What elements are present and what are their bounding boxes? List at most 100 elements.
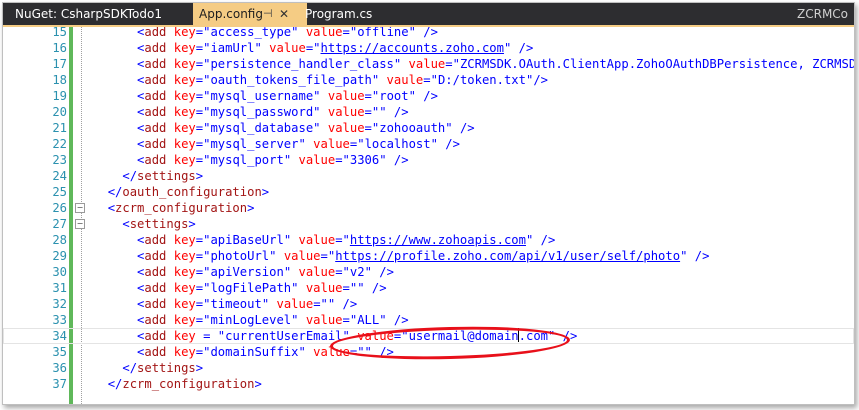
code-text[interactable]: <zcrm_configuration> [93,200,255,216]
code-token: =" [195,249,211,263]
code-line[interactable]: 24 </settings> [3,168,854,184]
line-number: 26 [52,201,67,215]
tab-app-config[interactable]: App.config ⊣ ✕ [193,3,307,25]
code-token: > [195,361,204,375]
code-line[interactable]: 26− <zcrm_configuration> [3,200,854,216]
code-line[interactable]: 22 <add key="mysql_server" value="localh… [3,136,854,152]
code-token: key [166,137,196,151]
code-token: " [313,105,321,119]
code-text[interactable]: <add key="apiBaseUrl" value="https://www… [93,232,555,248]
code-token: access_type [210,27,292,39]
code-text[interactable]: <add key="oauth_tokens_file_path" vaule=… [93,72,548,88]
close-icon[interactable]: ✕ [279,3,289,25]
code-token: =" [195,265,211,279]
code-token: " /> [408,89,438,103]
code-token: mysql_port [210,153,284,167]
code-text[interactable]: </settings> [93,360,203,376]
code-token: photoUrl [210,249,270,263]
code-token: localhost [364,137,431,151]
code-line[interactable]: 31 <add key="logFilePath" value="" /> [3,280,854,296]
code-text[interactable]: <add key="minLogLevel" value="ALL" /> [93,312,409,328]
code-token: minLogLevel [210,313,292,327]
code-line[interactable]: 17 <add key="persistence_handler_class" … [3,56,854,72]
code-text[interactable]: <add key="logFilePath" value="" /> [93,280,387,296]
code-token: < [107,201,116,215]
code-token: https://profile.zoho.com/api/v1/user/sel… [335,249,681,263]
code-text[interactable]: </settings> [93,168,203,184]
code-line[interactable]: 27− <settings> [3,216,854,232]
code-token: value [291,153,336,167]
code-token: =" [335,233,350,247]
code-token: " [254,41,262,55]
code-line[interactable]: 29 <add key="photoUrl" value="https://pr… [3,248,854,264]
code-line[interactable]: 32 <add key="timeout" value="" /> [3,296,854,312]
code-text[interactable]: <add key="persistence_handler_class" val… [93,56,854,72]
code-token: add [144,89,167,103]
fold-toggle-icon[interactable]: − [75,219,85,229]
code-text[interactable]: <add key="mysql_database" value="zohooau… [93,120,475,136]
line-number: 35 [52,345,67,359]
code-token: 3306 [349,153,380,167]
code-text[interactable]: <add key="apiVersion" value="v2" /> [93,264,394,280]
code-line[interactable]: 19 <add key="mysql_username" value="root… [3,88,854,104]
code-token: " /> [503,41,534,55]
code-text[interactable]: <add key="mysql_server" value="localhost… [93,136,460,152]
line-number: 32 [52,297,67,311]
code-line[interactable]: 28 <add key="apiBaseUrl" value="https://… [3,232,854,248]
code-line[interactable]: 20 <add key="mysql_password" value="" /> [3,104,854,120]
code-token: add [144,345,167,359]
code-token: zohooauth [379,121,446,135]
code-line[interactable]: 16 <add key="iamUrl" value="https://acco… [3,40,854,56]
code-line[interactable]: 18 <add key="oauth_tokens_file_path" vau… [3,72,854,88]
code-token: " /> [680,249,710,263]
code-line[interactable]: 33 <add key="minLogLevel" value="ALL" /> [3,312,854,328]
code-token: value [276,249,321,263]
code-token: " [291,27,299,39]
code-token: " /> [525,233,556,247]
code-token: value [320,121,365,135]
code-token: add [144,233,167,247]
code-token: mysql_username [210,89,314,103]
code-token: apiVersion [210,265,284,279]
code-token: =" [195,233,211,247]
code-text[interactable]: </oauth_configuration> [93,184,269,200]
tab-zcrm-truncated[interactable]: ZCRMCo [791,3,854,25]
code-line[interactable]: 30 <add key="apiVersion" value="v2" /> [3,264,854,280]
code-line[interactable]: 23 <add key="mysql_port" value="3306" /> [3,152,854,168]
code-token: value [401,57,446,71]
tab-app-config-label: App.config [199,7,263,21]
code-text[interactable]: <add key="timeout" value="" /> [93,296,357,312]
code-token: oauth_configuration [122,185,262,199]
code-token: =" [349,137,365,151]
code-token: =" [335,153,350,167]
code-line[interactable]: 21 <add key="mysql_database" value="zoho… [3,120,854,136]
code-token: =" [195,153,211,167]
code-token: timeout [210,297,262,311]
line-number: 18 [52,73,67,87]
code-token: " [298,137,306,151]
pin-icon[interactable]: ⊣ [263,3,273,25]
tab-program-cs[interactable]: Program.cs [299,3,378,25]
code-token: value [261,41,306,55]
code-token: root [379,89,409,103]
fold-toggle-icon[interactable]: − [75,203,85,213]
code-token: value [298,281,343,295]
code-text[interactable]: </zcrm_configuration> [93,376,262,392]
code-token: key [166,27,196,39]
code-text[interactable]: <add key="iamUrl" value="https://account… [93,40,533,56]
code-token: =" [195,57,211,71]
code-line[interactable]: 37 </zcrm_configuration> [3,376,854,392]
tab-nuget[interactable]: NuGet: CsharpSDKTodo1 [9,3,168,25]
code-text[interactable]: <add key="photoUrl" value="https://profi… [93,248,709,264]
code-text[interactable]: <add key="mysql_username" value="root" /… [93,88,438,104]
code-line[interactable]: 15 <add key="access_type" value="offline… [3,27,854,40]
code-text[interactable]: <settings> [93,216,195,232]
code-line[interactable]: 25 </oauth_configuration> [3,184,854,200]
code-token: value [269,297,314,311]
code-text[interactable]: <add key="mysql_port" value="3306" /> [93,152,409,168]
code-token: =" [195,73,211,87]
code-line[interactable]: 36 </settings> [3,360,854,376]
code-token: " [291,281,299,295]
code-text[interactable]: <add key="access_type" value="offline" /… [93,27,438,40]
code-text[interactable]: <add key="mysql_password" value="" /> [93,104,409,120]
